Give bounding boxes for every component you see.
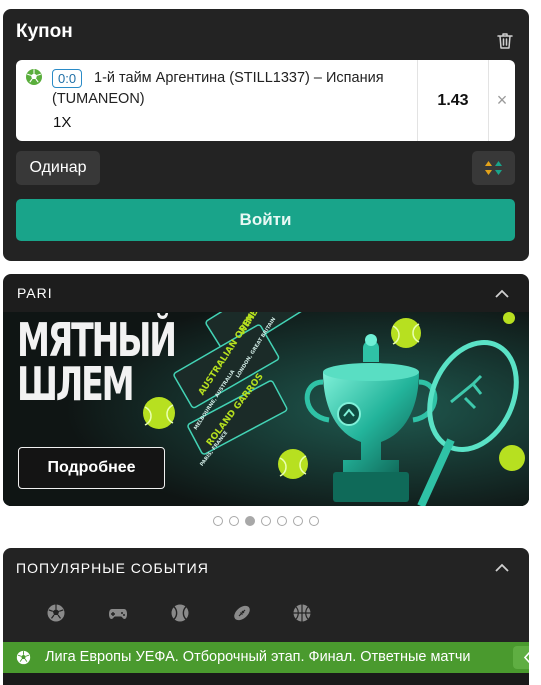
popular-events-title: ПОПУЛЯРНЫЕ СОБЫТИЯ: [16, 560, 209, 576]
remove-bet-button[interactable]: ×: [489, 60, 515, 141]
sort-button[interactable]: [472, 151, 515, 185]
promo-banner[interactable]: МЯТНЫЙ ШЛЕМ WIMBLEDON LONDON, GREAT BRIT…: [3, 312, 529, 506]
trash-icon[interactable]: [495, 31, 515, 51]
basketball-icon[interactable]: [292, 603, 312, 623]
bet-event-name: 1-й тайм Аргентина (STILL1337) – Испания: [94, 70, 384, 86]
league-row[interactable]: Лига Европы УЕФА. Отборочный этап. Финал…: [3, 642, 529, 673]
bet-odds: 1.43: [437, 92, 469, 109]
carousel-dot[interactable]: [261, 516, 271, 526]
promo-section-title: PARI: [17, 285, 53, 301]
login-button[interactable]: Войти: [16, 199, 515, 241]
bet-type-select[interactable]: Одинар: [16, 151, 100, 185]
soccer-ball-icon: [26, 69, 42, 85]
bottom-strip: [3, 673, 529, 685]
bet-event-name-cont: (TUMANEON): [52, 91, 145, 107]
chevron-left-icon: [523, 651, 529, 664]
carousel-dot[interactable]: [229, 516, 239, 526]
carousel-dot[interactable]: [309, 516, 319, 526]
carousel-dot[interactable]: [293, 516, 303, 526]
carousel-dot[interactable]: [277, 516, 287, 526]
sort-arrows-icon: [485, 161, 502, 175]
promo-header[interactable]: PARI: [3, 274, 529, 312]
football-icon[interactable]: [232, 603, 252, 623]
carousel-dots: [213, 516, 319, 526]
bet-card: 0:0 1-й тайм Аргентина (STILL1337) – Исп…: [16, 60, 515, 141]
league-prev-button[interactable]: [513, 646, 529, 669]
bet-outcome: 1X: [53, 114, 72, 131]
promo-panel: PARI МЯТНЫЙ ШЛЕМ LONDON, GREAT BRITAIN A…: [3, 274, 529, 506]
soccer-ball-icon[interactable]: [46, 603, 66, 623]
league-name: Лига Европы УЕФА. Отборочный этап. Финал…: [45, 649, 471, 665]
live-score-badge: 0:0: [52, 69, 83, 88]
chevron-up-icon[interactable]: [495, 563, 509, 572]
gamepad-icon[interactable]: [108, 603, 128, 623]
carousel-dot[interactable]: [213, 516, 223, 526]
chevron-up-icon[interactable]: [495, 289, 509, 298]
tennis-ball-icon[interactable]: [170, 603, 190, 623]
coupon-panel: Купон 0:0 1-й тайм Аргентина (STILL1337)…: [3, 9, 529, 261]
carousel-dot-active[interactable]: [245, 516, 255, 526]
soccer-ball-icon: [16, 650, 31, 665]
more-button[interactable]: Подробнее: [18, 447, 165, 489]
coupon-title: Купон: [16, 21, 73, 42]
popular-events-panel: ПОПУЛЯРНЫЕ СОБЫТИЯ Лига Европы УЕФА. Отб…: [3, 548, 529, 685]
promo-banner-title: МЯТНЫЙ ШЛЕМ: [17, 313, 177, 411]
